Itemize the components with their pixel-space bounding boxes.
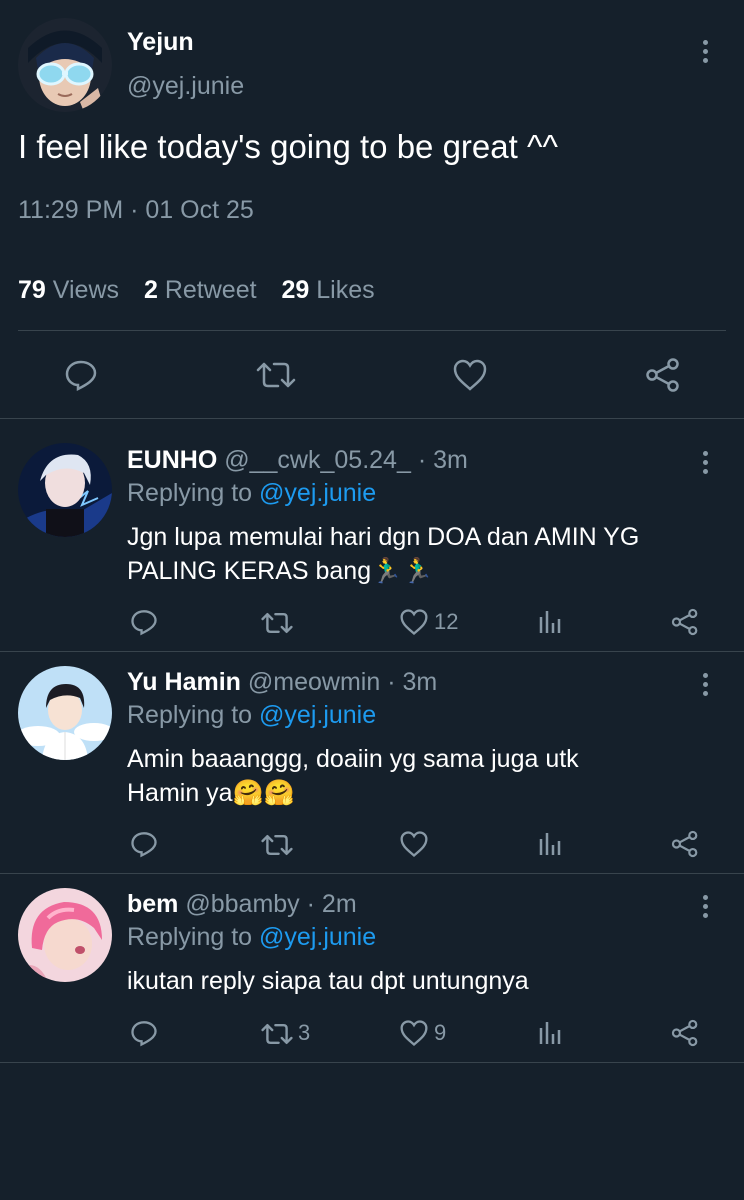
replying-to-handle[interactable]: @yej.junie [259, 923, 376, 951]
like-icon[interactable] [399, 1019, 429, 1047]
more-options-icon[interactable] [703, 895, 711, 922]
retweet-icon[interactable] [256, 358, 296, 392]
replying-to: Replying to @yej.junie [127, 701, 377, 729]
more-options-icon[interactable] [703, 451, 711, 478]
author-name[interactable]: Yejun [127, 28, 194, 57]
reply-author-handle[interactable]: @bbamby [185, 890, 299, 918]
likes-stat[interactable]: 29 Likes [282, 276, 375, 304]
reply-text: Jgn lupa memulai hari dgn DOA dan AMIN Y… [127, 523, 640, 585]
replying-to-handle[interactable]: @yej.junie [259, 701, 376, 729]
reply-avatar[interactable] [18, 443, 112, 537]
share-icon[interactable] [645, 358, 681, 392]
retweet-icon[interactable] [261, 609, 293, 637]
share-icon[interactable] [671, 608, 699, 636]
more-options-icon[interactable] [703, 673, 711, 700]
reply-time: · 2m [306, 890, 357, 918]
more-options-icon[interactable] [703, 40, 711, 67]
like-count: 9 [434, 1020, 447, 1045]
reply-text: Amin baaanggg, doaiin yg sama juga utk H… [127, 745, 579, 807]
author-handle[interactable]: @yej.junie [127, 72, 244, 101]
replying-to: Replying to @yej.junie [127, 479, 377, 507]
reply-author-handle[interactable]: @meowmin [248, 668, 380, 696]
divider [0, 651, 744, 652]
divider [0, 873, 744, 874]
retweet-count: 3 [298, 1020, 311, 1045]
views-stat[interactable]: 79 Views [18, 276, 119, 304]
divider [0, 418, 744, 419]
analytics-icon[interactable] [538, 831, 562, 857]
divider [0, 1062, 744, 1063]
reply-author-name[interactable]: Yu Hamin [127, 668, 241, 696]
reply-header: bem @bbamby · 2m [127, 890, 357, 919]
reply-avatar[interactable] [18, 666, 112, 760]
like-icon[interactable] [399, 830, 429, 858]
retweet-icon[interactable] [261, 1020, 293, 1048]
like-icon[interactable] [399, 608, 429, 636]
reply-icon[interactable] [130, 1019, 158, 1047]
retweets-stat[interactable]: 2 Retweet [144, 276, 257, 304]
reply-text: ikutan reply siapa tau dpt untungnya [127, 967, 529, 995]
reply-icon[interactable] [130, 830, 158, 858]
share-icon[interactable] [671, 1019, 699, 1047]
reply-avatar[interactable] [18, 888, 112, 982]
reply-time: · 3m [387, 668, 438, 696]
analytics-icon[interactable] [538, 1020, 562, 1046]
tweet-stats: 79 Views 2 Retweet 29 Likes [18, 276, 393, 305]
tweet-text: I feel like today's going to be great ^^ [18, 128, 558, 165]
divider [18, 330, 726, 331]
share-icon[interactable] [671, 830, 699, 858]
like-icon[interactable] [452, 358, 488, 392]
tweet-timestamp: 11:29 PM · 01 Oct 25 [18, 196, 254, 224]
replying-to: Replying to @yej.junie [127, 923, 377, 951]
reply-icon[interactable] [130, 608, 158, 636]
retweet-icon[interactable] [261, 831, 293, 859]
reply-author-handle[interactable]: @__cwk_05.24_ [224, 446, 411, 474]
reply-author-name[interactable]: bem [127, 890, 178, 918]
analytics-icon[interactable] [538, 609, 562, 635]
like-count: 12 [434, 609, 459, 634]
author-avatar[interactable] [18, 18, 112, 112]
reply-header: EUNHO @__cwk_05.24_ · 3m [127, 446, 468, 475]
reply-header: Yu Hamin @meowmin · 3m [127, 668, 437, 697]
reply-icon[interactable] [64, 358, 98, 392]
reply-author-name[interactable]: EUNHO [127, 446, 217, 474]
reply-time: · 3m [417, 446, 468, 474]
replying-to-handle[interactable]: @yej.junie [259, 479, 376, 507]
